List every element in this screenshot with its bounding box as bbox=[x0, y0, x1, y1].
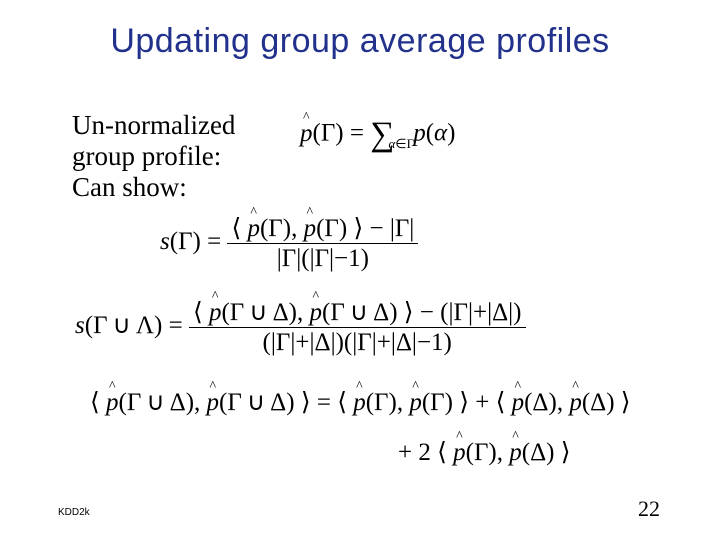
equation-phat-def: ^p(Γ) = ∑ α∈Γ p(α) bbox=[300, 118, 456, 152]
intro-line2: group profile: bbox=[72, 141, 221, 171]
footer-left: KDD2k bbox=[58, 507, 90, 518]
equation-s-gamma: s(Γ) = ⟨ ^p(Γ), ^p(Γ) ⟩ − |Γ| |Γ|(|Γ|−1) bbox=[160, 216, 418, 271]
equation-s-union: s(Γ ∪ Λ) = ⟨ ^p(Γ ∪ Δ), ^p(Γ ∪ Δ) ⟩ − (|… bbox=[75, 300, 526, 355]
sigma-icon: ∑ α∈Γ bbox=[370, 118, 394, 152]
equation-inner-product-line1: ⟨ ^p(Γ ∪ Δ), ^p(Γ ∪ Δ) ⟩ = ⟨ ^p(Γ), ^p(Γ… bbox=[90, 390, 631, 415]
intro-text: Un-normalized group profile: Can show: bbox=[72, 110, 235, 203]
slide: Updating group average profiles Un-norma… bbox=[0, 0, 720, 540]
intro-line3: Can show: bbox=[72, 172, 187, 202]
intro-line1: Un-normalized bbox=[72, 110, 235, 140]
slide-number: 22 bbox=[638, 496, 660, 522]
equation-inner-product-line2: + 2 ⟨ ^p(Γ), ^p(Δ) ⟩ bbox=[398, 440, 570, 465]
slide-title: Updating group average profiles bbox=[0, 22, 720, 61]
